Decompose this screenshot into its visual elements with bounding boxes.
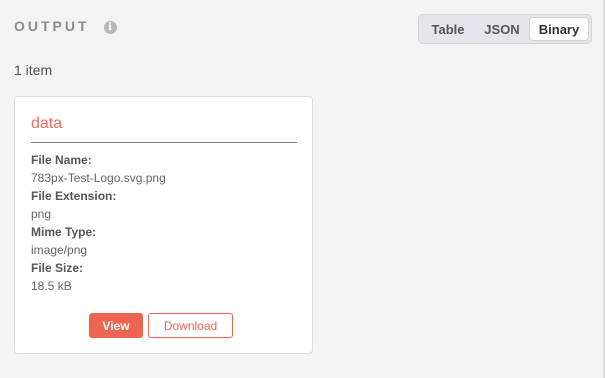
tab-table[interactable]: Table: [421, 17, 475, 41]
tab-binary[interactable]: Binary: [529, 17, 589, 41]
panel-title: OUTPUT: [14, 18, 90, 34]
item-count: 1 item: [14, 62, 53, 78]
download-button[interactable]: Download: [148, 313, 233, 338]
file-fields: File Name: 783px-Test-Logo.svg.png File …: [31, 151, 166, 295]
field-label-file-extension: File Extension:: [31, 189, 117, 203]
field-value-file-extension: png: [31, 207, 52, 221]
view-button[interactable]: View: [89, 313, 143, 338]
field-value-mime-type: image/png: [31, 243, 88, 257]
field-label-file-size: File Size:: [31, 261, 84, 275]
output-header: OUTPUT i: [14, 18, 117, 34]
field-value-file-name: 783px-Test-Logo.svg.png: [31, 171, 166, 185]
divider: [31, 142, 297, 143]
field-label-mime-type: Mime Type:: [31, 225, 97, 239]
field-value-file-size: 18.5 kB: [31, 279, 72, 293]
binary-data-card: data File Name: 783px-Test-Logo.svg.png …: [14, 96, 313, 354]
field-label-file-name: File Name:: [31, 153, 92, 167]
view-toggle: Table JSON Binary: [418, 14, 592, 44]
info-icon[interactable]: i: [103, 21, 117, 34]
tab-json[interactable]: JSON: [475, 17, 529, 41]
card-title: data: [31, 115, 63, 132]
